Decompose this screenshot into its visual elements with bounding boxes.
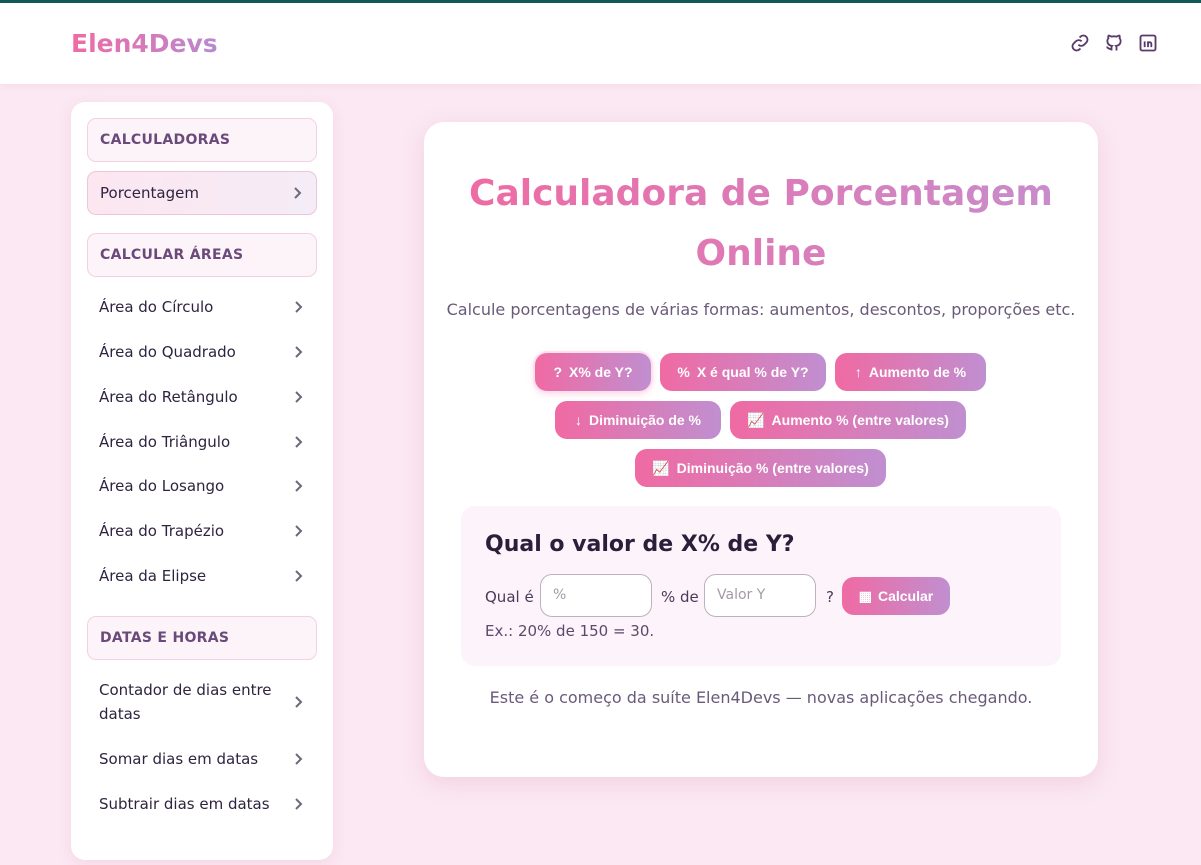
value-y-input[interactable]: Valor Y <box>704 574 816 617</box>
sidebar-item-somar-dias[interactable]: Somar dias em datas <box>87 737 317 781</box>
sidebar-item-label: Somar dias em datas <box>99 750 259 768</box>
github-icon[interactable] <box>1103 32 1125 54</box>
mode-label: X é qual % de Y? <box>696 364 809 380</box>
arrow-up-icon: ↑ <box>854 364 862 380</box>
sidebar-item-porcentagem[interactable]: Porcentagem <box>87 171 317 215</box>
top-bar: Elen4Devs <box>0 0 1201 84</box>
sidebar-item-area-elipse[interactable]: Área da Elipse <box>87 554 317 598</box>
percent-icon: % <box>677 364 690 380</box>
sidebar-item-label: Área do Triângulo <box>99 433 231 451</box>
mode-decrease-between-values-button[interactable]: 📈 Diminuição % (entre valores) <box>635 449 886 487</box>
sidebar-item-label: Área da Elipse <box>99 567 207 585</box>
sidebar-item-area-circulo[interactable]: Área do Círculo <box>87 285 317 329</box>
chart-line-icon: 📈 <box>652 459 670 476</box>
sidebar-item-label: Área do Losango <box>99 477 225 495</box>
mode-decrease-percent-button[interactable]: ↓ Diminuição de % <box>555 401 721 439</box>
prefix-label: Qual é <box>485 588 534 606</box>
example-text: Ex.: 20% de 150 = 30. <box>485 622 655 640</box>
calculator-panel: Qual o valor de X% de Y? Qual é % % de V… <box>461 506 1061 666</box>
sidebar-item-label: Contador de dias entre datas <box>99 681 272 723</box>
sidebar-item-subtrair-dias[interactable]: Subtrair dias em datas <box>87 782 317 826</box>
percent-input[interactable]: % <box>540 574 652 617</box>
mode-label: Aumento % (entre valores) <box>771 412 949 428</box>
footer-note: Este é o começo da suíte Elen4Devs — nov… <box>489 688 1033 707</box>
chevron-right-icon <box>291 300 305 314</box>
section-header-calculadoras: CALCULADORAS <box>87 118 317 162</box>
mode-increase-between-values-button[interactable]: 📈 Aumento % (entre valores) <box>730 401 966 439</box>
chevron-right-icon <box>291 479 305 493</box>
chart-line-icon: 📈 <box>747 411 765 428</box>
page-title: Calculadora de Porcentagem Online <box>464 164 1058 284</box>
main-card: Calculadora de Porcentagem Online Calcul… <box>424 122 1098 777</box>
chevron-right-icon <box>290 186 304 200</box>
arrow-down-icon: ↓ <box>574 412 582 428</box>
chevron-right-icon <box>291 752 305 766</box>
sidebar-item-area-quadrado[interactable]: Área do Quadrado <box>87 330 317 374</box>
chevron-right-icon <box>291 797 305 811</box>
section-header-calcular-areas: CALCULAR ÁREAS <box>87 233 317 277</box>
mode-label: Aumento de % <box>868 364 967 380</box>
sidebar-item-label: Área do Quadrado <box>99 343 236 361</box>
calculate-button[interactable]: ▦ Calcular <box>842 577 950 615</box>
linkedin-icon[interactable] <box>1137 32 1159 54</box>
sidebar-item-contador-dias[interactable]: Contador de dias entre datas <box>87 674 317 730</box>
sidebar-item-area-trapezio[interactable]: Área do Trapézio <box>87 509 317 553</box>
mode-x-percent-of-y-button[interactable]: ? X% de Y? <box>535 353 651 391</box>
sidebar-item-area-losango[interactable]: Área do Losango <box>87 464 317 508</box>
mode-label: Diminuição % (entre valores) <box>676 460 869 476</box>
chevron-right-icon <box>291 390 305 404</box>
mode-x-is-what-percent-button[interactable]: % X é qual % de Y? <box>660 353 826 391</box>
chevron-right-icon <box>291 569 305 583</box>
panel-title: Qual o valor de X% de Y? <box>485 532 795 557</box>
chevron-right-icon <box>291 435 305 449</box>
header-icons <box>1069 32 1159 54</box>
chevron-right-icon <box>291 695 305 709</box>
section-header-datas-horas: DATAS E HORAS <box>87 616 317 660</box>
suffix-label: ? <box>826 588 834 606</box>
mode-label: Diminuição de % <box>588 412 702 428</box>
sidebar-item-label: Área do Círculo <box>99 298 214 316</box>
chevron-right-icon <box>291 345 305 359</box>
question-icon: ? <box>553 364 562 380</box>
sidebar-item-area-triangulo[interactable]: Área do Triângulo <box>87 420 317 464</box>
sidebar-item-label: Porcentagem <box>100 184 199 202</box>
calculator-icon: ▦ <box>858 587 872 604</box>
brand-logo[interactable]: Elen4Devs <box>71 29 218 58</box>
sidebar: CALCULADORAS Porcentagem CALCULAR ÁREAS … <box>71 102 333 860</box>
calculate-label: Calcular <box>877 588 934 604</box>
sidebar-item-label: Subtrair dias em datas <box>99 795 270 813</box>
middle-label: % de <box>661 588 699 606</box>
page-subtitle: Calcule porcentagens de várias formas: a… <box>446 300 1076 319</box>
sidebar-item-label: Área do Trapézio <box>99 522 225 540</box>
sidebar-item-area-retangulo[interactable]: Área do Retângulo <box>87 375 317 419</box>
mode-increase-percent-button[interactable]: ↑ Aumento de % <box>835 353 986 391</box>
sidebar-item-label: Área do Retângulo <box>99 388 238 406</box>
mode-label: X% de Y? <box>569 364 633 380</box>
chevron-right-icon <box>291 524 305 538</box>
link-icon[interactable] <box>1069 32 1091 54</box>
